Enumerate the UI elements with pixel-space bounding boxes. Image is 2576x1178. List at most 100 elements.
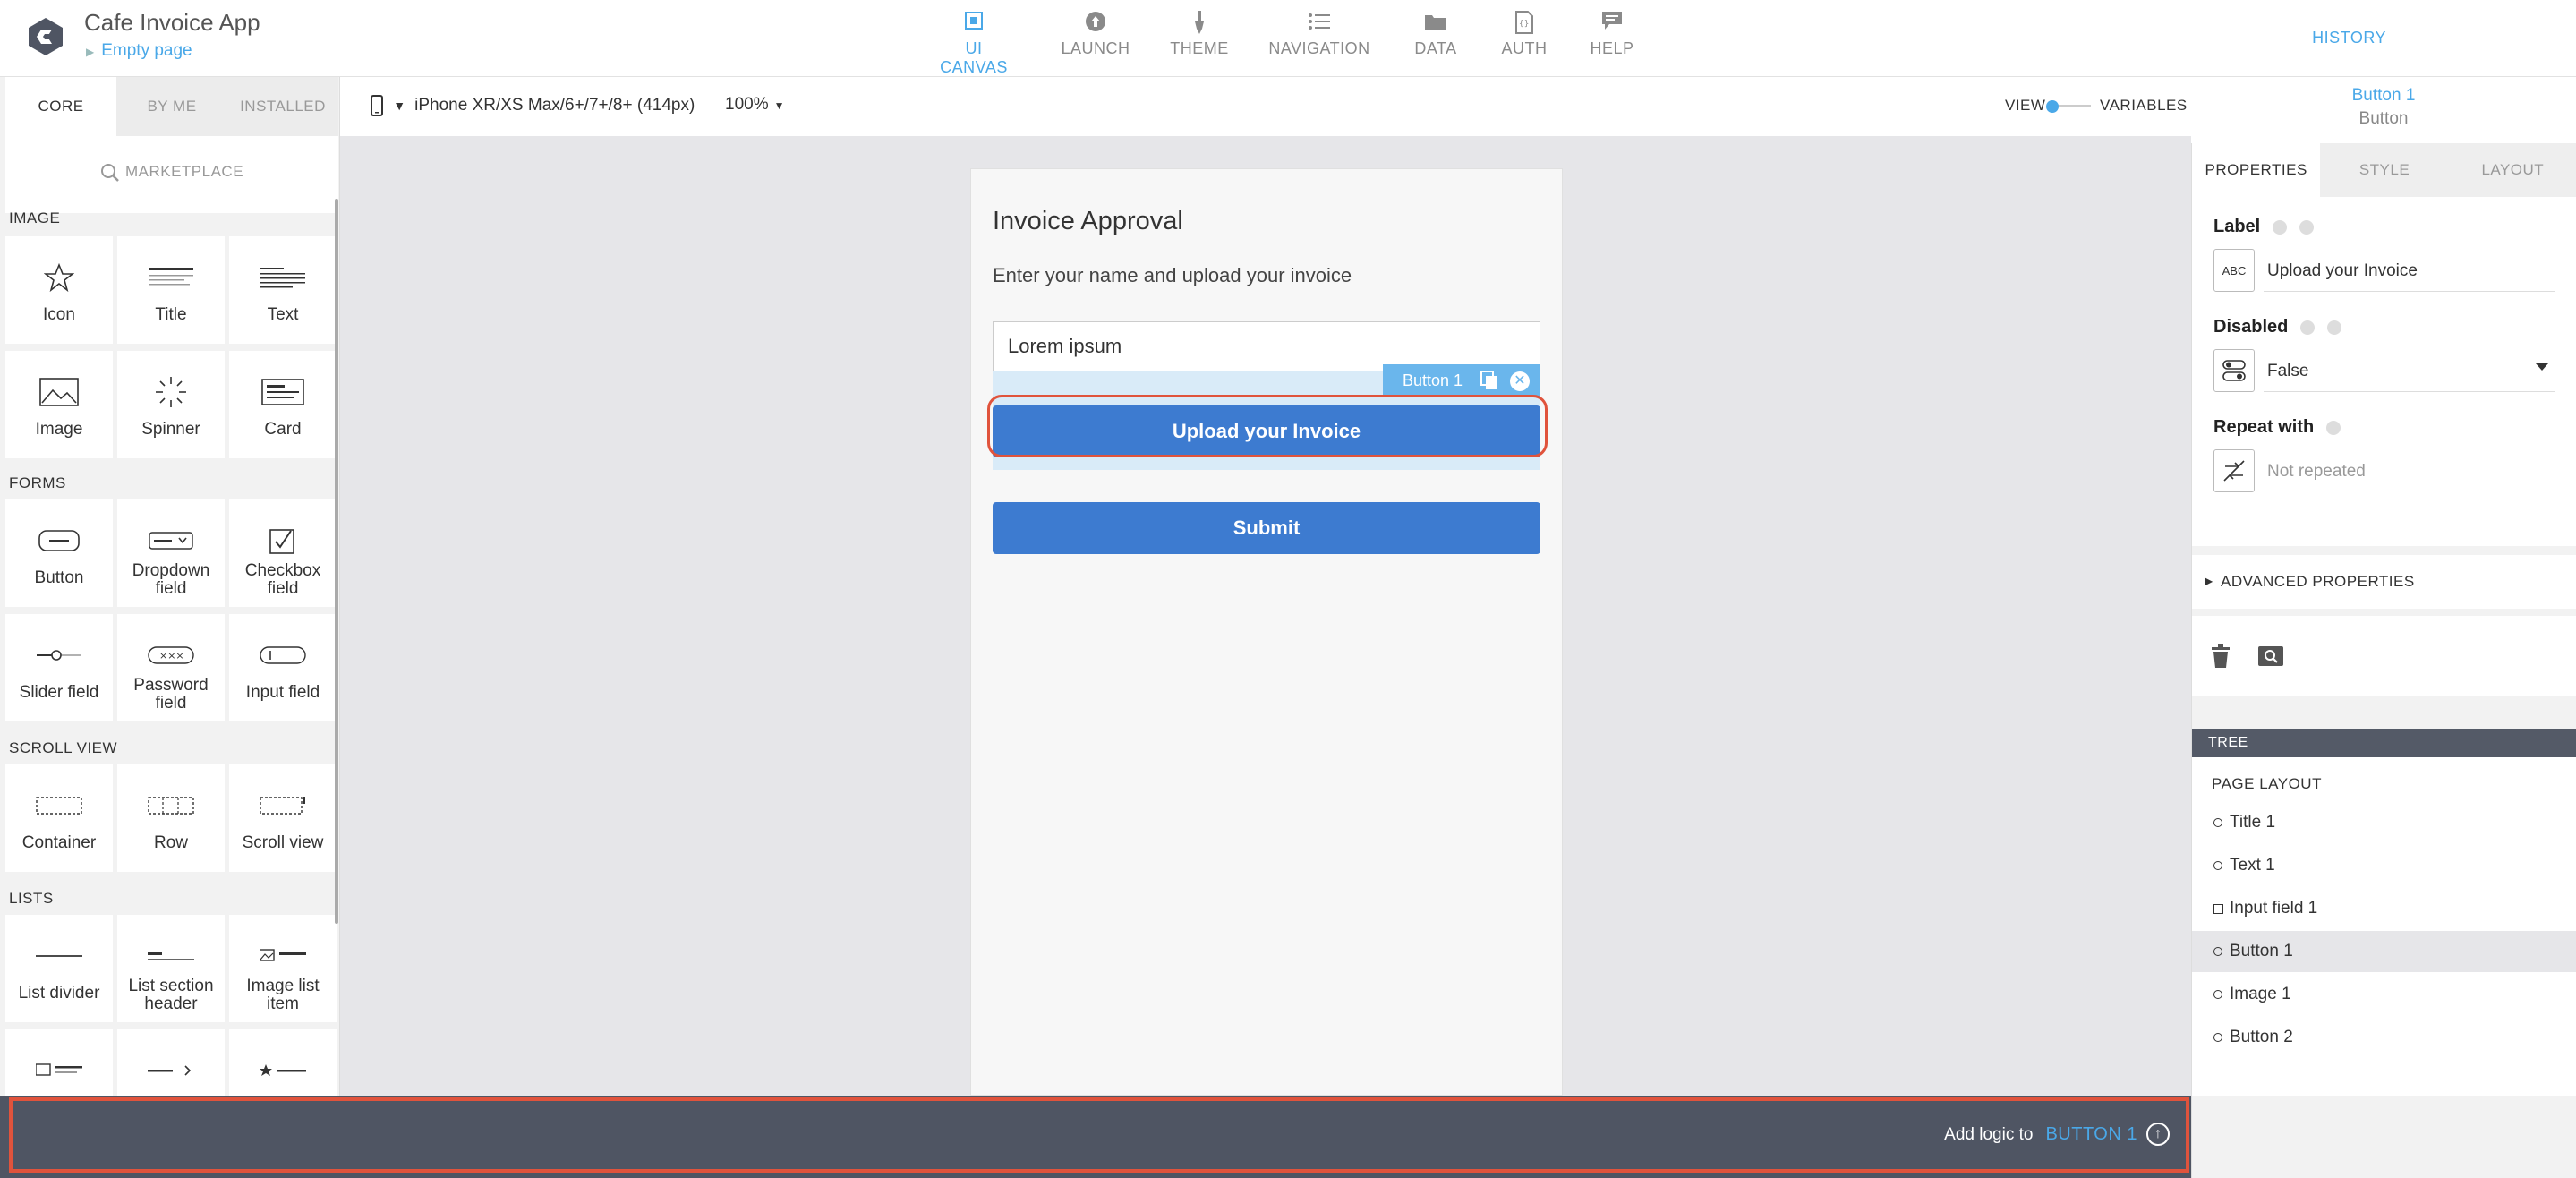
card-icon [261, 379, 304, 405]
advanced-properties-toggle[interactable]: ▶ ADVANCED PROPERTIES [2192, 555, 2576, 609]
add-logic-prefix: Add logic to [1944, 1125, 2034, 1144]
nav-data-label: DATA [1414, 39, 1457, 57]
component-image-text-list-item[interactable] [5, 1029, 113, 1096]
component-list-section-header[interactable]: List section header [117, 915, 225, 1022]
component-icon-list-item[interactable] [229, 1029, 337, 1096]
logic-bar[interactable]: Add logic to BUTTON 1 ↑ [0, 1096, 2191, 1178]
component-button[interactable]: Button [5, 499, 113, 607]
component-scroll-view[interactable]: Scroll view [229, 764, 337, 872]
nav-help[interactable]: HELP [1584, 11, 1640, 68]
duplicate-icon[interactable] [1480, 370, 1499, 391]
component-spinner[interactable]: Spinner [117, 351, 225, 458]
label-property-field[interactable]: ABC Upload your Invoice [2213, 249, 2555, 292]
toggle-type-icon [2213, 349, 2255, 392]
canvas-toolbar: ▼ iPhone XR/XS Max/6+/7+/8+ (414px) 100% ▼… [340, 77, 2191, 136]
component-card-label: Card [264, 420, 302, 439]
highlight-ring [987, 395, 1548, 457]
phone-icon [371, 95, 383, 116]
tree-node-label: Button 2 [2230, 1028, 2293, 1046]
component-input-label: Input field [245, 683, 320, 702]
tab-core[interactable]: CORE [5, 77, 116, 136]
info-icon[interactable] [2326, 420, 2341, 435]
delete-icon[interactable]: ✕ [1510, 371, 1530, 391]
history-button[interactable]: HISTORY [2312, 29, 2386, 47]
component-card[interactable]: Card [229, 351, 337, 458]
nav-auth[interactable]: {} AUTH [1497, 11, 1552, 68]
inspect-icon[interactable] [2258, 646, 2283, 666]
component-checkbox-label: Checkbox field [244, 561, 321, 598]
nav-theme[interactable]: THEME [1164, 11, 1235, 68]
tree-node-button-2[interactable]: Button 2 [2192, 1017, 2576, 1058]
component-dropdown[interactable]: Dropdown field [117, 499, 225, 607]
component-title-label: Title [155, 305, 187, 324]
current-page-selector[interactable]: ▶ Empty page [86, 41, 192, 61]
repeat-value: Not repeated [2267, 462, 2366, 481]
text-type-icon-glyph: ABC [2222, 263, 2247, 277]
tree-node-button-1[interactable]: Button 1 [2192, 931, 2576, 972]
tree-node-text-1[interactable]: Text 1 [2192, 845, 2576, 886]
component-navigation-list-item[interactable] [117, 1029, 225, 1096]
device-selector[interactable]: ▼ iPhone XR/XS Max/6+/7+/8+ (414px) [371, 95, 695, 116]
component-text[interactable]: Text [229, 236, 337, 344]
binding-icon[interactable] [2273, 219, 2288, 235]
component-button-label: Button [34, 568, 84, 587]
info-icon[interactable] [2327, 320, 2342, 335]
binding-icon[interactable] [2300, 320, 2316, 335]
field-underline [2264, 291, 2555, 292]
library-scrollbar[interactable] [335, 199, 338, 924]
component-input[interactable]: Input field [229, 614, 337, 721]
disabled-property-field[interactable]: False [2213, 349, 2555, 392]
preview-button-submit[interactable]: Submit [993, 502, 1540, 554]
nav-ui-canvas[interactable]: UI CANVAS [931, 11, 1017, 76]
repeat-property-field[interactable]: Not repeated [2213, 449, 2555, 492]
highlight-ring [9, 1097, 2189, 1173]
expand-logic-icon[interactable]: ↑ [2146, 1123, 2170, 1146]
component-slider-label: Slider field [19, 683, 99, 702]
tree-node-image-1[interactable]: Image 1 [2192, 974, 2576, 1015]
app-logo-icon[interactable] [25, 16, 66, 57]
view-toggle-label[interactable]: VIEW [2005, 97, 2045, 115]
component-dropdown-label: Dropdown field [132, 561, 210, 598]
tab-properties[interactable]: PROPERTIES [2192, 143, 2321, 197]
selection-tag-label: Button 1 [1403, 371, 1463, 389]
tab-by-me[interactable]: BY ME [116, 77, 227, 136]
view-variables-toggle[interactable] [2046, 100, 2091, 113]
component-checkbox[interactable]: Checkbox field [229, 499, 337, 607]
tree-node-label: Image 1 [2230, 985, 2291, 1003]
nav-data[interactable]: DATA [1407, 11, 1464, 68]
tab-installed[interactable]: INSTALLED [227, 77, 338, 136]
marketplace-button[interactable]: MARKETPLACE [5, 136, 338, 213]
component-title[interactable]: Title [117, 236, 225, 344]
preview-text[interactable]: Enter your name and upload your invoice [993, 264, 1352, 287]
component-row[interactable]: Row [117, 764, 225, 872]
component-container[interactable]: Container [5, 764, 113, 872]
zoom-selector[interactable]: 100% ▼ [725, 95, 785, 115]
component-text-label: Text [267, 305, 299, 324]
tree-node-input-field-1[interactable]: Input field 1 [2192, 888, 2576, 929]
component-container-label: Container [21, 833, 97, 852]
tree-node-title-1[interactable]: Title 1 [2192, 802, 2576, 843]
selected-component-type: Button [2358, 109, 2409, 128]
component-slider[interactable]: Slider field [5, 614, 113, 721]
nav-launch[interactable]: LAUNCH [1060, 11, 1131, 68]
component-spinner-label: Spinner [141, 420, 200, 439]
add-logic-target[interactable]: BUTTON 1 [2045, 1124, 2137, 1144]
component-image[interactable]: Image [5, 351, 113, 458]
trash-icon[interactable] [2212, 644, 2230, 668]
tab-style[interactable]: STYLE [2320, 143, 2449, 197]
variables-toggle-label[interactable]: VARIABLES [2100, 97, 2188, 115]
component-icon[interactable]: Icon [5, 236, 113, 344]
nav-navigation[interactable]: NAVIGATION [1267, 11, 1371, 68]
component-password[interactable]: ××× Password field [117, 614, 225, 721]
disabled-value: False [2267, 362, 2309, 380]
component-image-list-item[interactable]: Image list item [229, 915, 337, 1022]
ui-canvas: Invoice Approval Enter your name and upl… [340, 136, 2191, 1096]
component-list-divider[interactable]: List divider [5, 915, 113, 1022]
nav-theme-label: THEME [1170, 39, 1229, 57]
nav-navigation-label: NAVIGATION [1268, 39, 1370, 57]
info-icon[interactable] [2299, 219, 2315, 235]
spinner-icon [156, 377, 186, 407]
star-list-item-icon [260, 1064, 306, 1076]
tab-layout[interactable]: LAYOUT [2448, 143, 2576, 197]
preview-title[interactable]: Invoice Approval [993, 207, 1183, 236]
